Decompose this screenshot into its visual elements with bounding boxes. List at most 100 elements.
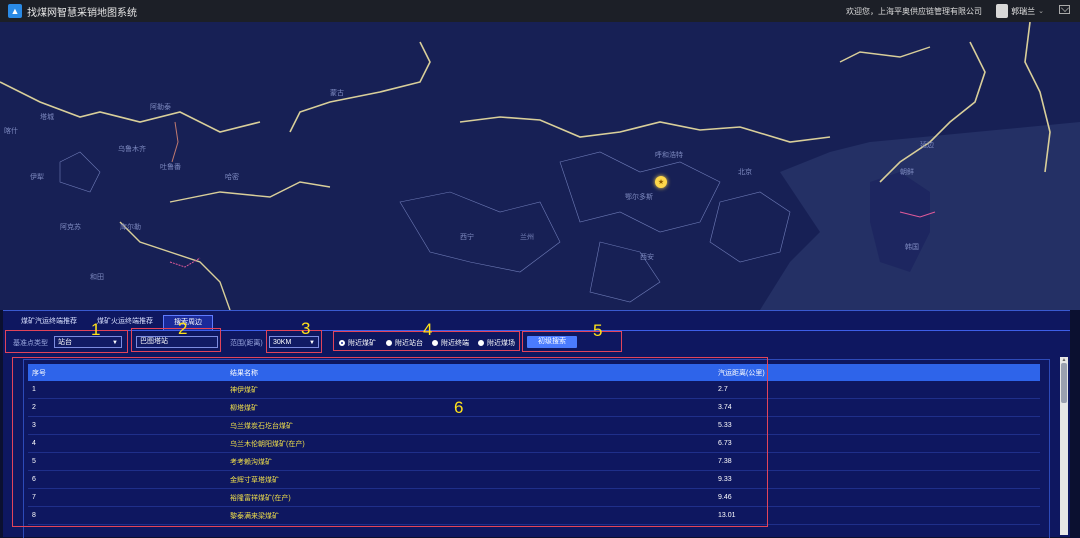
cell-distance: 2.7 xyxy=(714,381,1040,399)
user-menu[interactable]: 郭瑞兰 ⌄ xyxy=(996,3,1044,19)
cell-distance: 5.33 xyxy=(714,416,1040,435)
map-label: 蒙古 xyxy=(330,90,344,97)
radio-label: 附近站台 xyxy=(395,340,423,347)
cell-index: 1 xyxy=(28,381,226,399)
search-button[interactable]: 初级搜索 xyxy=(527,336,577,348)
scroll-thumb[interactable] xyxy=(1061,363,1067,403)
route-line xyxy=(169,257,201,268)
cell-index: 5 xyxy=(28,452,226,471)
radio-nearby-station[interactable]: 附近站台 xyxy=(386,338,423,348)
annotation-number-3: 3 xyxy=(301,319,311,338)
table-header-row: 序号 结果名称 汽运距离(公里) xyxy=(28,364,1040,381)
radio-nearby-mine[interactable]: 附近煤矿 xyxy=(339,338,376,348)
avatar xyxy=(996,4,1009,18)
cell-distance: 13.01 xyxy=(714,506,1040,525)
table-row[interactable]: 1 神伊煤矿 2.7 xyxy=(28,381,1040,399)
tab-divider xyxy=(6,330,1070,331)
map-label: 阿勒泰 xyxy=(150,104,171,111)
map-label: 和田 xyxy=(90,274,104,281)
map-label: 乌鲁木齐 xyxy=(118,146,146,153)
radio-icon xyxy=(478,340,484,346)
province-line xyxy=(589,241,661,303)
cell-name[interactable]: 黎泰满来梁煤矿 xyxy=(226,506,714,525)
cell-name[interactable]: 神伊煤矿 xyxy=(226,381,714,399)
cell-name[interactable]: 金辉寸草塔煤矿 xyxy=(226,470,714,489)
cell-name[interactable]: 裕隆富祥煤矿(在产) xyxy=(226,488,714,507)
chevron-down-icon: ⌄ xyxy=(1038,8,1044,15)
app-logo-icon: ▲ xyxy=(8,4,22,18)
table-row[interactable]: 4 乌兰木伦朝阳煤矿(在产) 6.73 xyxy=(28,434,1040,453)
map-label: 西宁 xyxy=(460,234,474,241)
annotation-number-5: 5 xyxy=(593,321,603,340)
map-label: 伊犁 xyxy=(30,174,44,181)
cell-index: 6 xyxy=(28,470,226,489)
map-label: 阿克苏 xyxy=(60,224,81,231)
map-view[interactable]: 喀什 塔城 乌鲁木齐 吐鲁番 哈密 阿勒泰 蒙古 鄂尔多斯 北京 朝鲜 韩国 延… xyxy=(0,22,1080,310)
cell-index: 8 xyxy=(28,506,226,525)
results-table: 序号 结果名称 汽运距离(公里) 1 神伊煤矿 2.7 2 柳塔煤矿 3.74 … xyxy=(28,364,1040,525)
top-bar: ▲ 找煤网智慧采销地图系统 欢迎您，上海平奥供应链管理有限公司 郭瑞兰 ⌄ xyxy=(0,0,1080,22)
cell-name[interactable]: 乌兰煤炭石圪台煤矿 xyxy=(226,416,714,435)
range-select[interactable]: 30KM ▼ xyxy=(269,336,319,348)
app-title: 找煤网智慧采销地图系统 xyxy=(27,7,137,19)
map-label: 西安 xyxy=(640,254,654,261)
table-row[interactable]: 7 裕隆富祥煤矿(在产) 9.46 xyxy=(28,488,1040,507)
base-type-label: 基准点类型 xyxy=(13,340,48,347)
map-label: 朝鲜 xyxy=(900,169,914,176)
province-line xyxy=(399,191,561,273)
radio-nearby-yard[interactable]: 附近煤场 xyxy=(478,338,515,348)
radio-icon xyxy=(386,340,392,346)
radio-nearby-terminal[interactable]: 附近终端 xyxy=(432,338,469,348)
border-line xyxy=(459,116,831,143)
column-header-index: 序号 xyxy=(28,364,226,381)
range-value: 30KM xyxy=(273,339,292,346)
base-type-select[interactable]: 站台 ▼ xyxy=(54,336,122,348)
border-line xyxy=(289,41,431,133)
table-row[interactable]: 3 乌兰煤炭石圪台煤矿 5.33 xyxy=(28,416,1040,435)
table-row[interactable]: 2 柳塔煤矿 3.74 xyxy=(28,398,1040,417)
cell-distance: 9.33 xyxy=(714,470,1040,489)
map-label: 库尔勒 xyxy=(120,224,141,231)
station-input[interactable]: 巴图塔站 xyxy=(136,336,218,348)
radio-selected-icon xyxy=(339,340,345,346)
table-row[interactable]: 5 考考赖沟煤矿 7.38 xyxy=(28,452,1040,471)
tab-search-nearby[interactable]: 搜索周边 xyxy=(163,315,213,330)
border-line xyxy=(119,221,231,310)
map-label: 鄂尔多斯 xyxy=(625,194,653,201)
route-line xyxy=(171,121,179,163)
tab-truck-terminal[interactable]: 煤矿汽运终端推荐 xyxy=(11,315,87,329)
base-type-value: 站台 xyxy=(58,339,72,346)
cell-distance: 7.38 xyxy=(714,452,1040,471)
map-label: 韩国 xyxy=(905,244,919,251)
user-name: 郭瑞兰 xyxy=(1011,6,1036,16)
mail-icon[interactable] xyxy=(1059,5,1070,14)
cell-index: 2 xyxy=(28,398,226,417)
cell-index: 7 xyxy=(28,488,226,507)
map-label: 塔城 xyxy=(40,114,54,121)
table-row[interactable]: 8 黎泰满来梁煤矿 13.01 xyxy=(28,506,1040,525)
welcome-text: 欢迎您，上海平奥供应链管理有限公司 xyxy=(846,7,982,16)
cell-name[interactable]: 乌兰木伦朝阳煤矿(在产) xyxy=(226,434,714,453)
map-label: 呼和浩特 xyxy=(655,152,683,159)
border-line xyxy=(0,81,261,133)
results-table-container: 序号 结果名称 汽运距离(公里) 1 神伊煤矿 2.7 2 柳塔煤矿 3.74 … xyxy=(23,359,1050,538)
cell-name[interactable]: 考考赖沟煤矿 xyxy=(226,452,714,471)
cell-name[interactable]: 柳塔煤矿 xyxy=(226,398,714,417)
table-row[interactable]: 6 金辉寸草塔煤矿 9.33 xyxy=(28,470,1040,489)
radio-label: 附近终端 xyxy=(441,340,469,347)
cell-distance: 6.73 xyxy=(714,434,1040,453)
radio-label: 附近煤场 xyxy=(487,340,515,347)
map-label: 哈密 xyxy=(225,174,239,181)
column-header-distance: 汽运距离(公里) xyxy=(714,364,1040,381)
map-label: 北京 xyxy=(738,169,752,176)
border-line xyxy=(169,181,331,203)
annotation-number-2: 2 xyxy=(178,319,188,338)
cell-distance: 3.74 xyxy=(714,398,1040,417)
annotation-number-4: 4 xyxy=(423,320,433,339)
radio-label: 附近煤矿 xyxy=(348,340,376,347)
location-marker-icon[interactable]: ★ xyxy=(655,176,667,188)
results-scrollbar[interactable]: ▲ xyxy=(1060,357,1068,535)
province-line xyxy=(709,191,791,263)
border-line xyxy=(839,46,931,63)
map-label: 吐鲁番 xyxy=(160,164,181,171)
